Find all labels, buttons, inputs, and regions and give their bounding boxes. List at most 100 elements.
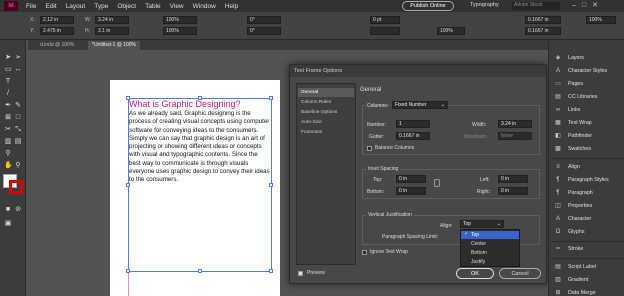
balance-columns-checkbox[interactable] <box>367 146 372 151</box>
stroke-swatch-icon[interactable] <box>9 180 23 194</box>
zoom-tool-icon[interactable]: ⚲ <box>14 162 22 170</box>
menu-layout[interactable]: Layout <box>66 3 86 10</box>
type-tool-icon[interactable]: T <box>4 78 12 86</box>
free-transform-tool-icon[interactable]: ⤡ <box>14 126 22 134</box>
window-controls[interactable]: –□✕ <box>572 1 604 9</box>
panel-pages[interactable]: ▭ Pages <box>549 78 624 90</box>
nav-baseline-options[interactable]: Baseline Options <box>298 108 354 117</box>
line-tool-icon[interactable]: / <box>4 90 12 98</box>
frame-handle-bl[interactable] <box>126 269 130 273</box>
gutter-field[interactable]: 0.1667 in <box>396 132 430 140</box>
panel-align[interactable]: ≡ Align <box>549 161 624 173</box>
menu-help[interactable]: Help <box>225 3 238 10</box>
w-field[interactable]: 3.24 in <box>95 16 129 24</box>
right-inset-field[interactable]: 0 in <box>498 187 528 195</box>
nav-auto-size[interactable]: Auto-Size <box>298 118 354 127</box>
pen-tool-icon[interactable]: ✒ <box>4 102 12 110</box>
top-inset-field[interactable]: 0 in <box>396 175 426 183</box>
align-option-top[interactable]: Top <box>461 231 519 239</box>
panel-character[interactable]: A Character <box>549 213 624 225</box>
direct-selection-tool-icon[interactable]: ➢ <box>14 54 22 62</box>
y-field[interactable]: 2.475 in <box>40 27 74 35</box>
ignore-text-wrap-checkbox[interactable] <box>362 250 367 255</box>
tab-untitled-1[interactable]: *Untitled-1 @ 100% <box>88 41 140 50</box>
panel-data-merge[interactable]: ⊞ Data Merge <box>549 287 624 296</box>
control-bar: X: 2.12 in Y: 2.475 in W: 3.24 in H: 3.1… <box>0 12 624 40</box>
gutter-field[interactable]: 0.1667 in <box>525 27 561 35</box>
align-option-justify[interactable]: Justify <box>461 258 519 266</box>
menu-edit[interactable]: Edit <box>45 3 56 10</box>
panel-stroke[interactable]: ═ Stroke <box>549 243 624 255</box>
gap-tool-icon[interactable]: ↔ <box>14 66 22 74</box>
rectangle-frame-tool-icon[interactable]: ⊠ <box>4 114 12 122</box>
nav-column-rules[interactable]: Column Rules <box>298 98 354 107</box>
menu-table[interactable]: Table <box>145 3 161 10</box>
panel-swatches[interactable]: ▩ Swatches <box>549 143 624 155</box>
panel-layers[interactable]: ◈ Layers <box>549 52 624 64</box>
scissors-tool-icon[interactable]: ✂ <box>4 126 12 134</box>
preview-checkbox[interactable] <box>298 271 303 276</box>
panel-glyphs[interactable]: Ω Glyphs <box>549 226 624 238</box>
opacity-field[interactable]: 100% <box>437 27 465 35</box>
stroke-weight-field[interactable]: 0 pt <box>370 16 400 24</box>
panel-gradient[interactable]: ▥ Gradient <box>549 274 624 286</box>
menu-window[interactable]: Window <box>193 3 216 10</box>
apply-none-icon[interactable]: ⊘ <box>14 206 22 214</box>
left-inset-field[interactable]: 0 in <box>498 175 528 183</box>
page-tool-icon[interactable]: ▭ <box>4 66 12 74</box>
frame-handle-br[interactable] <box>269 269 273 273</box>
number-field[interactable]: 1 <box>396 120 430 128</box>
apply-color-icon[interactable]: ■ <box>4 206 12 214</box>
nav-footnotes[interactable]: Footnotes <box>298 128 354 137</box>
note-tool-icon[interactable]: ▤ <box>14 138 22 146</box>
panel-character-styles[interactable]: A Character Styles <box>549 65 624 77</box>
screen-mode-icon[interactable]: ▣ <box>4 220 12 228</box>
column-gap-field[interactable]: 0.1667 in <box>525 16 561 24</box>
selection-tool-icon[interactable]: ➤ <box>4 54 12 62</box>
nav-general[interactable]: General <box>298 88 354 97</box>
character-styles-icon: A <box>555 67 560 74</box>
workspace-switcher[interactable]: Typography <box>470 2 499 8</box>
zoom-field[interactable]: 100% <box>586 16 616 24</box>
bottom-inset-field[interactable]: 0 in <box>396 187 426 195</box>
columns-select[interactable]: Fixed Number ⌄ <box>392 101 448 109</box>
panel-links[interactable]: ∞ Links <box>549 104 624 116</box>
panel-pathfinder[interactable]: ◧ Pathfinder <box>549 130 624 142</box>
eyedropper-tool-icon[interactable]: ⚲ <box>4 150 12 158</box>
stroke-type-field[interactable] <box>370 27 400 35</box>
maximum-field[interactable]: None <box>498 132 532 140</box>
libraries-icon: ▤ <box>555 93 561 100</box>
rotate-field[interactable]: 0° <box>247 16 281 24</box>
panel-cc-libraries[interactable]: ▤ CC Libraries <box>549 91 624 103</box>
cancel-button[interactable]: Cancel <box>499 268 541 279</box>
stock-search-input[interactable]: Adobe Stock <box>512 2 560 10</box>
menu-object[interactable]: Object <box>117 3 136 10</box>
hand-tool-icon[interactable]: ✋ <box>4 162 13 170</box>
panel-paragraph[interactable]: ¶ Paragraph <box>549 187 624 199</box>
menu-type[interactable]: Type <box>94 3 108 10</box>
panel-properties[interactable]: ◫ Properties <box>549 200 624 212</box>
link-insets-icon[interactable] <box>434 179 440 187</box>
h-field[interactable]: 3.1 in <box>95 27 129 35</box>
panel-text-wrap[interactable]: ▦ Text Wrap <box>549 117 624 129</box>
tab-d-indd[interactable]: d.indd @ 100% <box>36 41 78 50</box>
pencil-tool-icon[interactable]: ✎ <box>14 102 22 110</box>
panel-script-label[interactable]: ▤ Script Label <box>549 261 624 273</box>
ok-button[interactable]: OK <box>456 268 494 279</box>
align-select[interactable]: Top ⌄ <box>460 220 504 228</box>
width-field[interactable]: 3.24 in <box>498 120 532 128</box>
gradient-tool-icon[interactable]: ▥ <box>4 138 12 146</box>
shear-field[interactable]: 0° <box>247 27 281 35</box>
rectangle-tool-icon[interactable]: □ <box>14 114 22 122</box>
frame-handle-bc[interactable] <box>198 269 202 273</box>
panel-paragraph-styles[interactable]: ¶ Paragraph Styles <box>549 174 624 186</box>
scale-x-field[interactable]: 100% <box>163 16 197 24</box>
publish-online-button[interactable]: Publish Online <box>402 1 454 11</box>
align-option-bottom[interactable]: Bottom <box>461 249 519 257</box>
frame-handle-tr[interactable] <box>269 96 273 100</box>
menu-view[interactable]: View <box>170 3 184 10</box>
x-field[interactable]: 2.12 in <box>40 16 74 24</box>
menu-file[interactable]: File <box>26 3 36 10</box>
align-option-center[interactable]: Center <box>461 240 519 248</box>
scale-y-field[interactable]: 100% <box>163 27 197 35</box>
